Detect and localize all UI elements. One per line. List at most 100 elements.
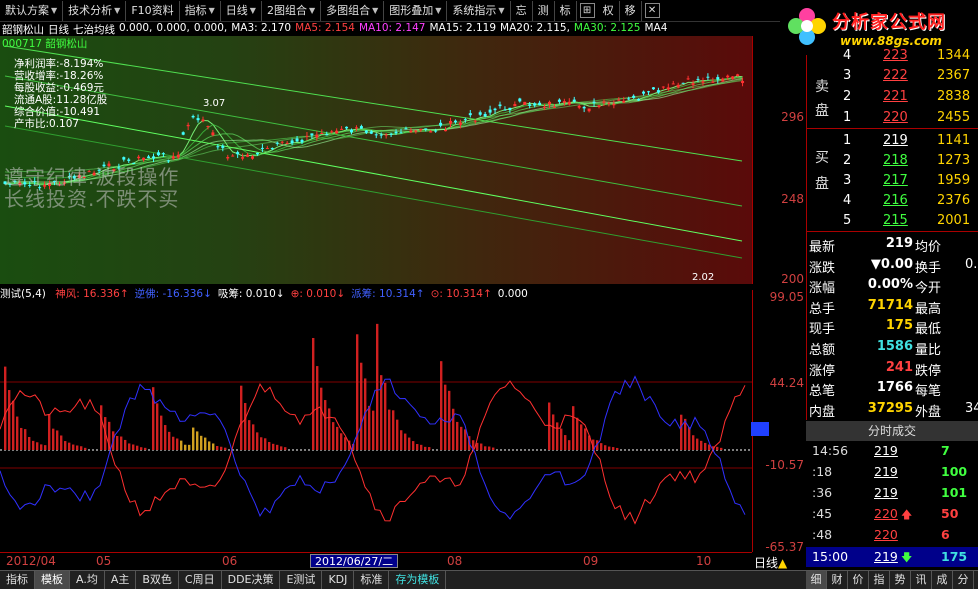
histogram-bar bbox=[332, 422, 335, 450]
order-price[interactable]: 217 bbox=[883, 173, 908, 188]
axis-label: -65.37 bbox=[765, 540, 804, 554]
forget-button[interactable]: 忘 bbox=[511, 0, 533, 21]
scroll-marker[interactable] bbox=[751, 422, 769, 436]
side-tab[interactable]: 讯 bbox=[911, 571, 932, 589]
bottom-tab[interactable]: KDJ bbox=[322, 571, 355, 589]
candle-body bbox=[533, 103, 537, 106]
histogram-bar bbox=[568, 440, 571, 450]
order-book-row: 5 215 2001 bbox=[807, 211, 978, 231]
bottom-tab[interactable]: 标准 bbox=[354, 571, 390, 589]
bottom-tab[interactable]: C周日 bbox=[179, 571, 222, 589]
test-button[interactable]: 测 bbox=[533, 0, 555, 21]
period-label: 日线 bbox=[225, 3, 248, 17]
scheme-menu[interactable]: 默认方案 ▼ bbox=[0, 0, 64, 21]
side-tab[interactable]: 细 bbox=[806, 571, 827, 589]
candle-body bbox=[191, 116, 195, 118]
f10-button[interactable]: F10资料 bbox=[126, 0, 180, 21]
indicator-title[interactable]: 测试(5,4) bbox=[0, 288, 46, 300]
stat-label: 均价 bbox=[915, 240, 942, 255]
indicator-menu[interactable]: 指标 ▼ bbox=[180, 0, 221, 21]
bottom-tab[interactable]: A.均 bbox=[70, 571, 105, 589]
candle-body bbox=[166, 160, 170, 162]
order-price[interactable]: 220 bbox=[883, 110, 908, 125]
bottom-tab[interactable]: 模板 bbox=[35, 571, 70, 589]
multi-chart-button[interactable]: 多图组合 ▼ bbox=[321, 0, 385, 21]
period-menu[interactable]: 日线 ▼ bbox=[221, 0, 262, 21]
tech-analysis-menu[interactable]: 技术分析 ▼ bbox=[63, 0, 127, 21]
close-icon[interactable]: ✕ bbox=[644, 3, 660, 18]
indicator-chart[interactable] bbox=[0, 300, 752, 552]
candle-body bbox=[181, 132, 185, 135]
date-axis: 2012/04 05 06 08 09 10 2012/06/27/二 bbox=[0, 552, 752, 568]
grid-icon[interactable]: ⊞ bbox=[579, 3, 595, 18]
bottom-tab[interactable]: B双色 bbox=[136, 571, 179, 589]
price-chart[interactable]: 000717 韶钢松山 净利润率:-8.194% 营收增率:-18.26% 每股… bbox=[0, 36, 752, 284]
histogram-bar bbox=[404, 433, 407, 450]
mark-button[interactable]: 标 bbox=[555, 0, 577, 21]
order-price[interactable]: 219 bbox=[883, 133, 908, 148]
side-tab[interactable]: 分 bbox=[953, 571, 974, 589]
order-price[interactable]: 215 bbox=[883, 213, 908, 228]
order-volume: 1344 bbox=[937, 48, 971, 63]
indicator-name[interactable]: 七治均线 bbox=[73, 22, 115, 36]
candle-body bbox=[404, 128, 408, 130]
price-axis: 296 248 200 bbox=[752, 36, 806, 286]
candle-body bbox=[424, 128, 428, 130]
stat-value: 34 bbox=[965, 400, 978, 416]
candle-body bbox=[518, 98, 522, 102]
candle-body bbox=[127, 159, 131, 161]
candle-body bbox=[320, 133, 324, 135]
candle-body bbox=[637, 98, 641, 101]
order-price[interactable]: 221 bbox=[883, 89, 908, 104]
histogram-bar bbox=[692, 435, 695, 450]
price-chart-svg bbox=[3, 45, 745, 259]
histogram-bar bbox=[444, 384, 447, 450]
bottom-tab[interactable]: DDE决策 bbox=[222, 571, 281, 589]
ma-value: MA4 bbox=[644, 22, 668, 34]
bottom-tab[interactable]: 存为模板 bbox=[389, 571, 447, 589]
candle-body bbox=[132, 162, 136, 164]
bottom-tab[interactable]: A主 bbox=[105, 571, 137, 589]
axis-label: 248 bbox=[781, 192, 804, 206]
candle-body bbox=[721, 78, 725, 82]
histogram-bar bbox=[612, 447, 615, 450]
side-tab[interactable]: 财 bbox=[827, 571, 848, 589]
system-indicator-button[interactable]: 系统指示 ▼ bbox=[447, 0, 511, 21]
overlay-button[interactable]: 图形叠加 ▼ bbox=[384, 0, 448, 21]
info-line: 综合价值:-10.491 bbox=[14, 106, 101, 118]
indicator-value: 派筹: 10.314↑ bbox=[351, 288, 425, 300]
period-indicator[interactable]: 日线▲ bbox=[752, 554, 787, 571]
candle-body bbox=[548, 101, 551, 105]
histogram-bar bbox=[616, 447, 619, 450]
move-button[interactable]: 移 bbox=[620, 0, 642, 21]
side-tab[interactable]: 势 bbox=[890, 571, 911, 589]
order-price[interactable]: 218 bbox=[883, 153, 908, 168]
side-tab[interactable]: 价 bbox=[848, 571, 869, 589]
histogram-bar bbox=[548, 402, 551, 450]
bottom-tab[interactable]: E测试 bbox=[280, 571, 323, 589]
histogram-bar bbox=[248, 420, 251, 450]
histogram-bar bbox=[184, 444, 187, 450]
tick-volume: 175 bbox=[941, 549, 968, 564]
order-price[interactable]: 222 bbox=[883, 68, 908, 83]
two-chart-button[interactable]: 2图组合 ▼ bbox=[262, 0, 322, 21]
candle-body bbox=[706, 76, 710, 78]
order-price[interactable]: 216 bbox=[883, 193, 908, 208]
stat-row: 内盘 37295 外盘 34 bbox=[807, 399, 978, 420]
histogram-bar bbox=[4, 366, 7, 450]
chevron-down-icon: ▼ bbox=[114, 5, 121, 15]
order-price[interactable]: 223 bbox=[883, 48, 908, 63]
rights-button[interactable]: 权 bbox=[598, 0, 620, 21]
histogram-bar bbox=[76, 445, 79, 450]
tick-price: 219 bbox=[874, 464, 898, 479]
side-tab[interactable]: 指 bbox=[869, 571, 890, 589]
histogram-bar bbox=[704, 442, 707, 450]
side-tab[interactable]: 成 bbox=[932, 571, 953, 589]
histogram-bar bbox=[448, 390, 451, 450]
stat-label: 涨幅 bbox=[809, 281, 836, 297]
histogram-bar bbox=[600, 443, 603, 450]
bottom-tab[interactable]: 指标 bbox=[0, 571, 35, 589]
histogram-bar bbox=[680, 414, 683, 450]
candle-body bbox=[226, 156, 230, 159]
histogram-bar bbox=[340, 433, 343, 450]
